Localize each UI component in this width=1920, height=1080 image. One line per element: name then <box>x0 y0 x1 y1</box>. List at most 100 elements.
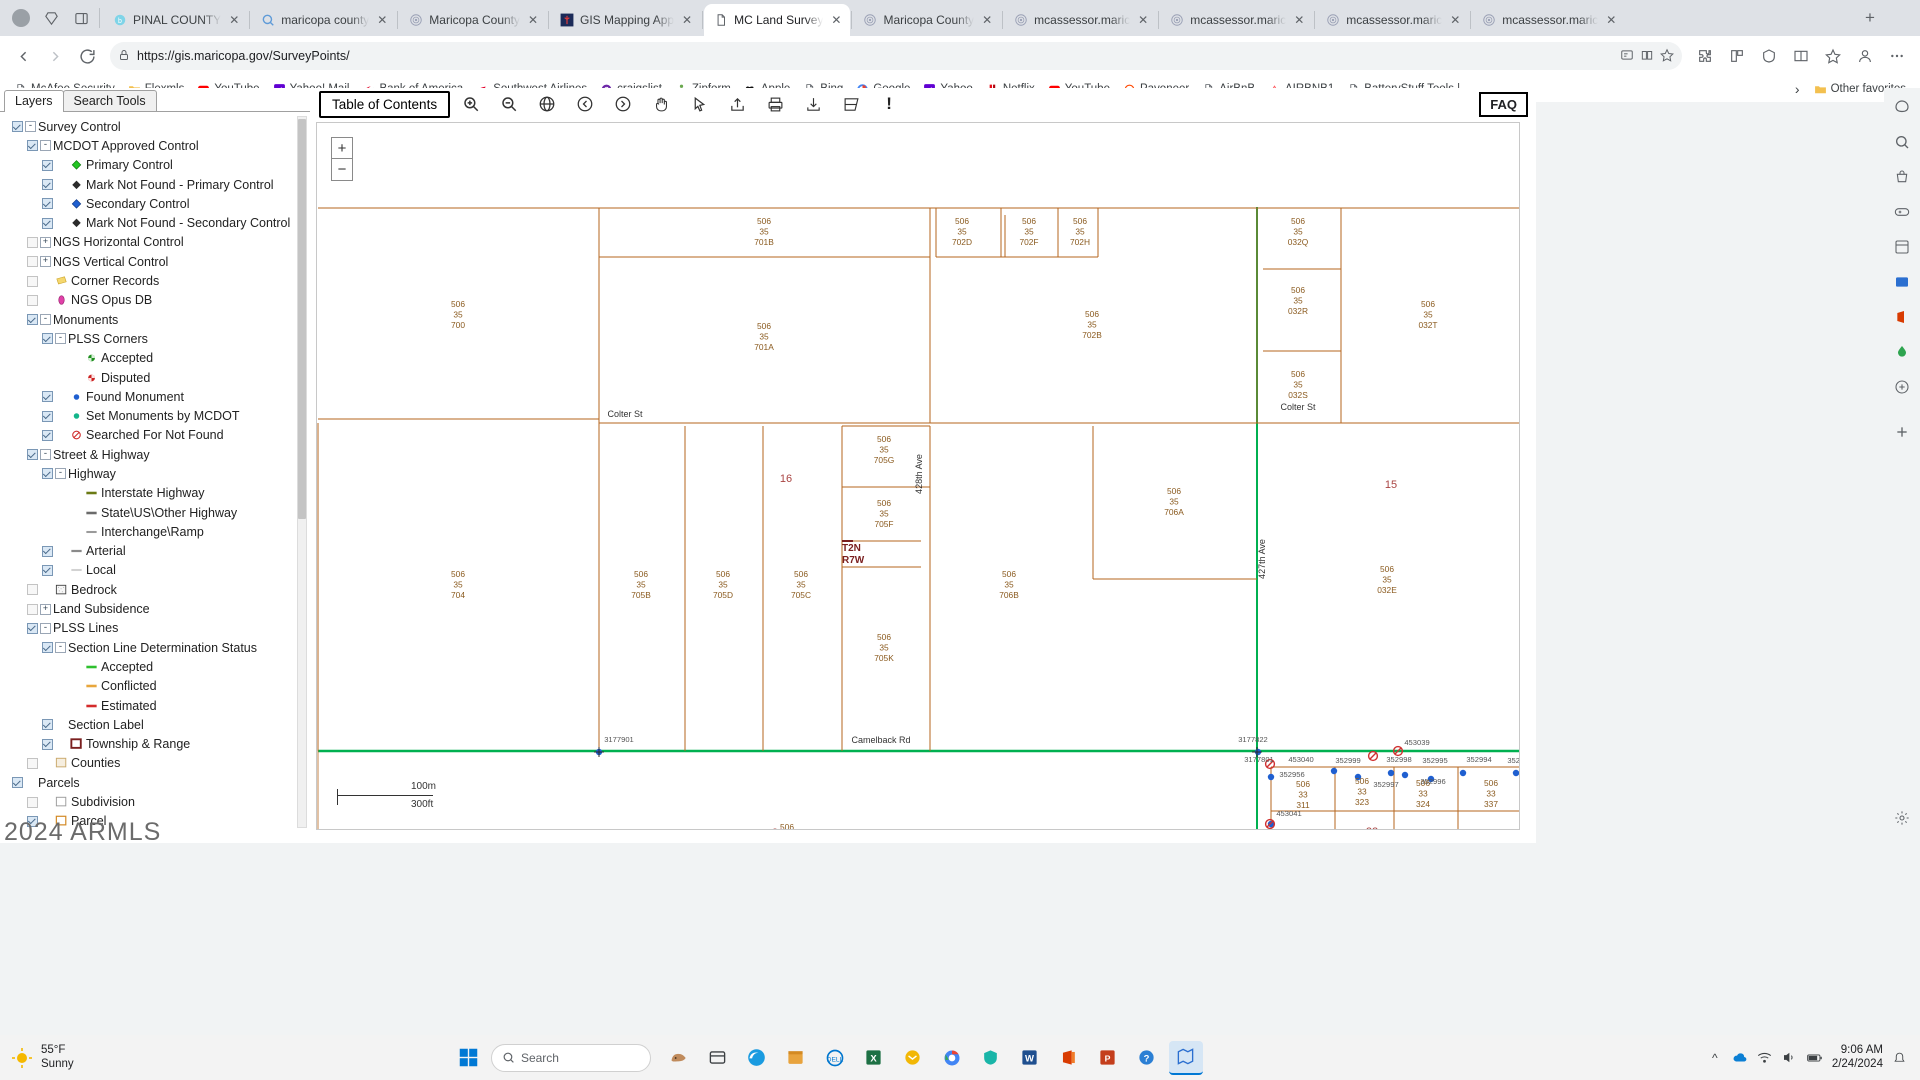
tab-search-copilot-button[interactable] <box>36 3 66 33</box>
tray-onedrive-icon[interactable] <box>1732 1050 1748 1066</box>
scrollbar-thumb[interactable] <box>298 119 306 519</box>
layer-checkbox[interactable] <box>42 391 53 402</box>
browser-tab-7[interactable]: mcassessor.maric✕ <box>1160 4 1313 36</box>
layer-checkbox[interactable] <box>27 604 38 615</box>
layer-node-monuments[interactable]: -Monuments <box>12 310 310 329</box>
layer-node-mark-not-found-secondary-control[interactable]: Mark Not Found - Secondary Control <box>12 213 310 232</box>
sidebar-drop-icon[interactable] <box>1891 341 1913 363</box>
sidebar-tools-icon[interactable] <box>1891 236 1913 258</box>
more-options-icon[interactable] <box>1882 41 1912 71</box>
browser-tab-3[interactable]: GIS Mapping App✕ <box>550 4 701 36</box>
tab-close-icon[interactable]: ✕ <box>1604 13 1618 27</box>
dell-icon[interactable]: DELL <box>818 1041 852 1075</box>
layer-node-disputed[interactable]: Disputed <box>12 368 310 387</box>
sidebar-shopping-icon[interactable] <box>1891 166 1913 188</box>
layer-node-interchange-ramp[interactable]: Interchange\Ramp <box>12 522 310 541</box>
layer-node-plss-corners[interactable]: -PLSS Corners <box>12 329 310 348</box>
url-text[interactable]: https://gis.maricopa.gov/SurveyPoints/ <box>137 49 1613 63</box>
favorites-icon[interactable] <box>1818 41 1848 71</box>
layer-checkbox[interactable] <box>42 179 53 190</box>
outlook-yellow-icon[interactable] <box>896 1041 930 1075</box>
layer-node-primary-control[interactable]: Primary Control <box>12 156 310 175</box>
layer-checkbox[interactable] <box>27 797 38 808</box>
layer-node-bedrock[interactable]: Bedrock <box>12 580 310 599</box>
layer-checkbox[interactable] <box>27 584 38 595</box>
layer-checkbox[interactable] <box>42 411 53 422</box>
tab-close-icon[interactable]: ✕ <box>680 13 694 27</box>
next-extent-icon[interactable] <box>606 91 640 117</box>
collapse-icon[interactable]: - <box>40 314 51 325</box>
help-icon[interactable]: ? <box>1130 1041 1164 1075</box>
collapse-icon[interactable]: - <box>40 140 51 151</box>
full-extent-globe-icon[interactable] <box>530 91 564 117</box>
layer-checkbox[interactable] <box>42 546 53 557</box>
layer-checkbox[interactable] <box>42 160 53 171</box>
layer-node-ngs-horizontal-control[interactable]: +NGS Horizontal Control <box>12 233 310 252</box>
reload-icon[interactable] <box>72 41 102 71</box>
layer-node-searched-for-not-found[interactable]: Searched For Not Found <box>12 426 310 445</box>
start-windows-icon[interactable] <box>452 1041 486 1075</box>
task-view-icon[interactable] <box>701 1041 735 1075</box>
read-aloud-icon[interactable] <box>1620 48 1634 65</box>
collapse-icon[interactable]: - <box>55 468 66 479</box>
tab-close-icon[interactable]: ✕ <box>980 13 994 27</box>
notifications-icon[interactable] <box>1892 1050 1908 1066</box>
tab-close-icon[interactable]: ✕ <box>1136 13 1150 27</box>
excel-icon[interactable]: X <box>857 1041 891 1075</box>
profile-avatar-button[interactable] <box>6 3 36 33</box>
layer-checkbox[interactable] <box>12 777 23 788</box>
layer-node-accepted[interactable]: Accepted <box>12 657 310 676</box>
select-arrow-icon[interactable] <box>682 91 716 117</box>
layer-node-mcdot-approved-control[interactable]: -MCDOT Approved Control <box>12 136 310 155</box>
layer-checkbox[interactable] <box>42 642 53 653</box>
weather-widget[interactable]: 55°F Sunny <box>0 1044 200 1070</box>
collapse-icon[interactable]: - <box>55 333 66 344</box>
expand-icon[interactable]: + <box>40 604 51 615</box>
sidebar-outlook-icon[interactable] <box>1891 271 1913 293</box>
tab-close-icon[interactable]: ✕ <box>375 13 389 27</box>
sidebar-search-icon[interactable] <box>1891 131 1913 153</box>
zoom-in-button[interactable]: + <box>331 137 353 159</box>
previous-extent-icon[interactable] <box>568 91 602 117</box>
chrome-icon[interactable] <box>935 1041 969 1075</box>
browser-tab-9[interactable]: mcassessor.maric✕ <box>1472 4 1625 36</box>
layer-node-mark-not-found-primary-control[interactable]: Mark Not Found - Primary Control <box>12 175 310 194</box>
panel-tab-layers[interactable]: Layers <box>4 90 64 112</box>
layer-node-conflicted[interactable]: Conflicted <box>12 677 310 696</box>
layer-checkbox[interactable] <box>42 333 53 344</box>
layer-checkbox[interactable] <box>42 719 53 730</box>
layer-checkbox[interactable] <box>27 276 38 287</box>
tray-battery-icon[interactable] <box>1807 1050 1823 1066</box>
layer-node-street-highway[interactable]: -Street & Highway <box>12 445 310 464</box>
layer-node-found-monument[interactable]: Found Monument <box>12 387 310 406</box>
layer-node-township-range[interactable]: Township & Range <box>12 735 310 754</box>
layer-checkbox[interactable] <box>27 449 38 460</box>
sidebar-games-icon[interactable] <box>1891 201 1913 223</box>
layer-node-estimated[interactable]: Estimated <box>12 696 310 715</box>
layer-node-land-subsidence[interactable]: +Land Subsidence <box>12 599 310 618</box>
layer-node-accepted[interactable]: Accepted <box>12 349 310 368</box>
browser-tab-6[interactable]: mcassessor.maric✕ <box>1004 4 1157 36</box>
layer-checkbox[interactable] <box>42 218 53 229</box>
address-bar[interactable]: https://gis.maricopa.gov/SurveyPoints/ <box>110 42 1682 70</box>
tab-close-icon[interactable]: ✕ <box>1292 13 1306 27</box>
layer-node-highway[interactable]: -Highway <box>12 464 310 483</box>
browser-tab-1[interactable]: maricopa county✕ <box>251 4 396 36</box>
tray-volume-icon[interactable] <box>1782 1050 1798 1066</box>
collapse-icon[interactable]: - <box>55 642 66 653</box>
expand-icon[interactable]: + <box>40 237 51 248</box>
layer-node-parcels[interactable]: Parcels <box>12 773 310 792</box>
forward-icon[interactable] <box>40 41 70 71</box>
store-icon[interactable] <box>779 1041 813 1075</box>
sidebar-copilot-icon[interactable] <box>1891 96 1913 118</box>
layer-checkbox[interactable] <box>42 565 53 576</box>
map-canvas[interactable]: 5063570050635701B50635701A50635702D50635… <box>316 122 1520 830</box>
pan-hand-icon[interactable] <box>644 91 678 117</box>
layer-node-subdivision[interactable]: Subdivision <box>12 792 310 811</box>
layer-node-ngs-opus-db[interactable]: NGS Opus DB <box>12 291 310 310</box>
office-icon[interactable] <box>1052 1041 1086 1075</box>
browser-tab-0[interactable]: bPINAL COUNTY✕ <box>103 4 248 36</box>
layer-node-arterial[interactable]: Arterial <box>12 542 310 561</box>
layer-node-corner-records[interactable]: Corner Records <box>12 271 310 290</box>
identify-icon[interactable]: ! <box>872 91 906 117</box>
